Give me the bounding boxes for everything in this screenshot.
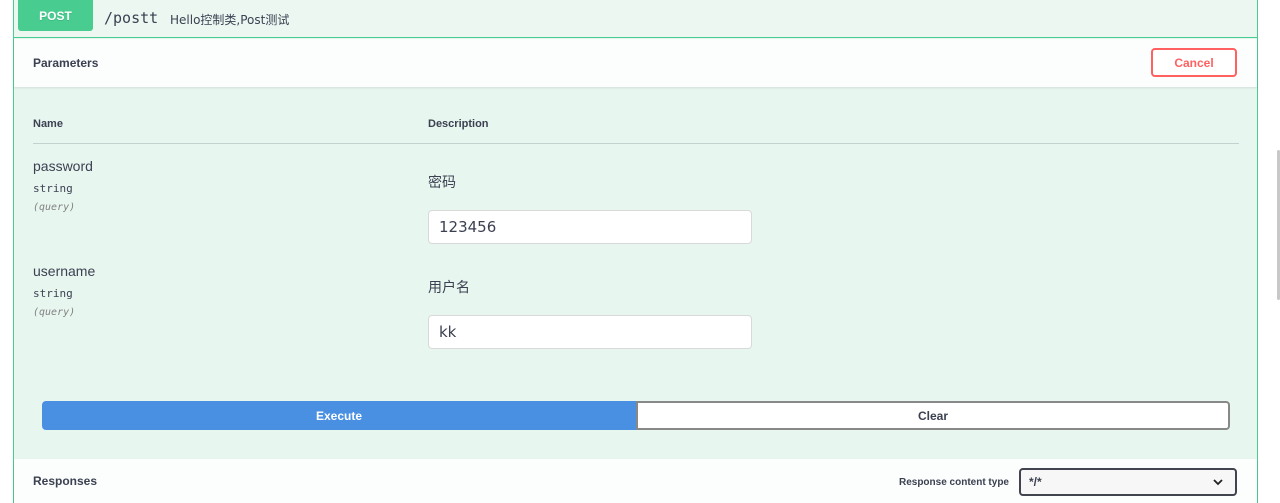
column-header-description: Description	[428, 118, 489, 130]
parameters-title: Parameters	[33, 56, 99, 70]
param-location: (query)	[33, 202, 76, 213]
parameters-header: Parameters Cancel	[14, 39, 1257, 87]
cancel-button[interactable]: Cancel	[1151, 48, 1237, 77]
password-input[interactable]	[428, 210, 752, 244]
response-content-type-select[interactable]: */*	[1019, 468, 1237, 496]
clear-button[interactable]: Clear	[636, 401, 1230, 430]
opblock-summary[interactable]: POST /postt Hello控制类,Post测试	[14, 0, 1257, 38]
param-description: 用户名	[428, 280, 470, 296]
endpoint-summary: Hello控制类,Post测试	[170, 13, 290, 27]
param-type: string	[33, 287, 73, 300]
param-location: (query)	[33, 307, 76, 318]
method-badge: POST	[18, 0, 93, 31]
post-opblock: POST /postt Hello控制类,Post测试 Parameters C…	[13, 0, 1258, 503]
username-input[interactable]	[428, 315, 752, 349]
execute-wrapper: Execute Clear	[42, 401, 1230, 430]
responses-title: Responses	[33, 474, 98, 488]
chevron-down-icon	[1213, 479, 1223, 486]
execute-button[interactable]: Execute	[42, 401, 636, 430]
responses-header: Responses Response content type */*	[14, 459, 1257, 503]
param-type: string	[33, 182, 73, 195]
response-content-type-value: */*	[1029, 475, 1042, 489]
endpoint-path: /postt	[104, 9, 159, 27]
param-name: password	[33, 158, 93, 174]
column-header-name: Name	[33, 118, 63, 130]
table-header-divider	[33, 143, 1239, 144]
param-name: username	[33, 263, 96, 279]
response-content-type-label: Response content type	[898, 477, 1009, 488]
param-description: 密码	[428, 175, 456, 191]
